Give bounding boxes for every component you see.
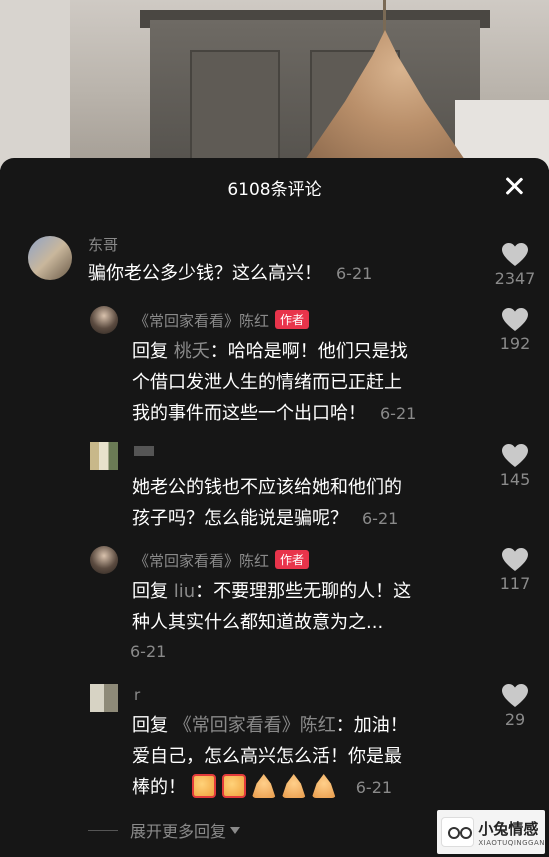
like-button[interactable]: 117 (490, 548, 540, 593)
comment-time: 6-21 (362, 509, 399, 528)
comment-text: 她老公的钱也不应该给她和他们的 孩子吗？怎么能说是骗呢？ 6-21 (132, 472, 402, 534)
comment-body: ：不要理那些无聊的人！这 (195, 581, 412, 602)
like-button[interactable]: 2347 (490, 243, 540, 288)
pray-icon (281, 774, 306, 798)
like-count: 192 (499, 334, 531, 353)
comment-author[interactable]: 《常回家看看》陈红 作者 (134, 310, 310, 331)
comment-author[interactable]: r (134, 686, 140, 704)
like-button[interactable]: 29 (490, 684, 540, 729)
thumbs-up-icon (191, 774, 216, 798)
watermark-logo-icon (441, 817, 475, 847)
avatar[interactable] (90, 442, 118, 470)
author-badge: 作者 (275, 550, 310, 569)
comment-body: 种人其实什么都知道故意为之... (132, 612, 384, 633)
comment-author[interactable]: 东哥 (88, 234, 118, 255)
like-count: 29 (504, 710, 526, 729)
comment-body: 我的事件而这些一个出口哈！ (132, 403, 366, 424)
heart-icon (502, 684, 528, 708)
reply-target[interactable]: 《常回家看看》陈红 (174, 715, 336, 736)
comment-text: 回复 桃夭：哈哈是啊！他们只是找 个借口发泄人生的情绪而已正赶上 我的事件而这些… (132, 336, 416, 429)
avatar[interactable] (28, 236, 72, 280)
expand-more-replies-button[interactable]: 展开更多回复 (88, 818, 241, 842)
comment-count-title: 6108条评论 (227, 180, 322, 200)
watermark-main: 小兔情感 (478, 819, 539, 838)
heart-icon (502, 444, 528, 468)
thumbs-up-icon (221, 774, 246, 798)
like-button[interactable]: 145 (490, 444, 540, 489)
reply-target[interactable]: 桃夭 (174, 341, 210, 362)
sheet-header: 6108条评论 (0, 158, 549, 216)
reply-target[interactable]: liu (174, 581, 195, 602)
comment-author[interactable] (134, 446, 154, 456)
heart-icon (502, 243, 528, 267)
author-name: 《常回家看看》陈红 (134, 312, 270, 330)
chevron-down-icon (230, 826, 241, 834)
comment-text: 骗你老公多少钱？这么高兴！ 6-21 (88, 258, 372, 289)
comment-text: 回复 《常回家看看》陈红：加油！ 爱自己，怎么高兴怎么活！你是最 棒的！ 6-2… (132, 710, 408, 803)
reply-keyword: 回复 (132, 341, 168, 362)
comment-body: 个借口发泄人生的情绪而已正赶上 (132, 372, 402, 393)
comment-time: 6-21 (380, 404, 417, 423)
comment-author[interactable]: 《常回家看看》陈红 作者 (134, 550, 310, 571)
comment-time: 6-21 (336, 264, 373, 283)
comment-body: 棒的！ (132, 777, 186, 798)
heart-icon (502, 308, 528, 332)
pray-icon (251, 774, 276, 798)
author-badge: 作者 (275, 310, 310, 329)
divider (88, 829, 118, 831)
comment-body: ：加油！ (335, 715, 408, 736)
reply-keyword: 回复 (132, 581, 168, 602)
like-count: 117 (499, 574, 531, 593)
comment-text: 回复 liu：不要理那些无聊的人！这 种人其实什么都知道故意为之... (132, 576, 411, 638)
comment-body: 爱自己，怎么高兴怎么活！你是最 (132, 746, 402, 767)
avatar[interactable] (90, 306, 118, 334)
more-replies-label: 展开更多回复 (130, 822, 227, 841)
pray-icon (311, 774, 336, 798)
watermark-text: 小兔情感 XIAOTUQINGGAN (478, 818, 545, 847)
cabinet-panel (190, 50, 280, 160)
comment-body: 她老公的钱也不应该给她和他们的 (132, 477, 402, 498)
video-background (0, 0, 549, 170)
watermark-sub: XIAOTUQINGGAN (478, 838, 545, 847)
comment-body: 孩子吗？怎么能说是骗呢？ (132, 508, 348, 529)
like-count: 145 (499, 470, 531, 489)
comment-body: ：哈哈是啊！他们只是找 (209, 341, 408, 362)
close-icon[interactable] (501, 173, 527, 199)
comment-time: 6-21 (355, 778, 393, 797)
avatar[interactable] (90, 546, 118, 574)
watermark: 小兔情感 XIAOTUQINGGAN (437, 810, 545, 854)
heart-icon (502, 548, 528, 572)
comment-time: 6-21 (130, 642, 167, 661)
comment-body: 骗你老公多少钱？这么高兴！ (88, 263, 322, 284)
wall (0, 0, 70, 170)
avatar[interactable] (90, 684, 118, 712)
reply-keyword: 回复 (132, 715, 168, 736)
author-name: 《常回家看看》陈红 (134, 552, 270, 570)
like-count: 2347 (494, 269, 536, 288)
like-button[interactable]: 192 (490, 308, 540, 353)
